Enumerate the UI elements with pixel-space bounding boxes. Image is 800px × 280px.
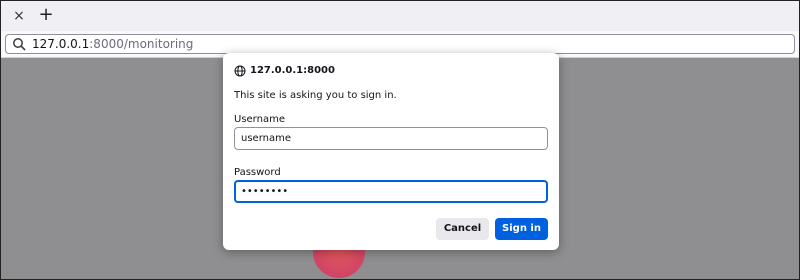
sign-in-dialog: 127.0.0.1:8000 This site is asking you t…: [223, 53, 559, 250]
url-host: 127.0.0.1: [32, 37, 90, 51]
address-bar[interactable]: 127.0.0.1:8000/monitoring: [5, 34, 795, 54]
cancel-button[interactable]: Cancel: [436, 218, 489, 240]
username-value: username: [241, 133, 291, 144]
password-field[interactable]: ••••••••: [234, 180, 548, 203]
dialog-message: This site is asking you to sign in.: [234, 90, 397, 101]
password-label: Password: [234, 167, 281, 178]
close-tab-button[interactable]: ×: [9, 6, 29, 26]
sign-in-button[interactable]: Sign in: [495, 218, 548, 240]
tab-bar: × +: [1, 1, 799, 32]
username-field[interactable]: username: [234, 127, 548, 150]
url-text: 127.0.0.1:8000/monitoring: [32, 37, 193, 51]
password-value: ••••••••: [241, 186, 289, 197]
new-tab-button[interactable]: +: [36, 5, 56, 25]
dialog-host: 127.0.0.1:8000: [250, 65, 335, 76]
search-icon: [13, 38, 26, 51]
url-path: :8000/monitoring: [89, 37, 194, 51]
username-label: Username: [234, 114, 285, 125]
globe-icon: [234, 65, 246, 77]
